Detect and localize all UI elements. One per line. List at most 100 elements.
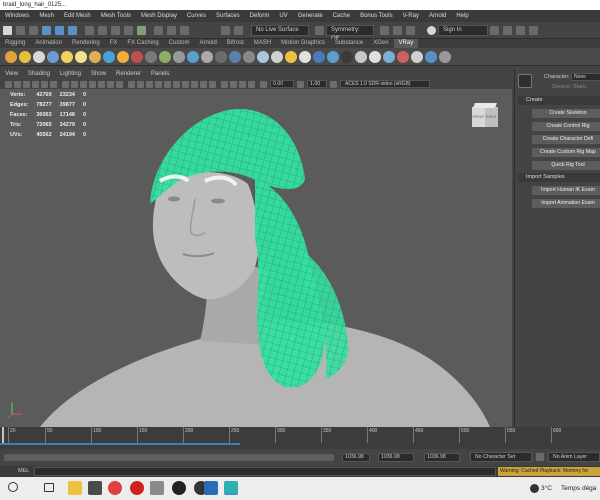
- range-end-field[interactable]: 1036.98: [342, 453, 370, 462]
- vray-gear-icon[interactable]: [411, 50, 423, 63]
- safe-title-icon[interactable]: [116, 80, 123, 88]
- vray-sphere-fade-icon[interactable]: [299, 50, 311, 63]
- menu-curves[interactable]: Curves: [182, 10, 211, 22]
- playback-end-field[interactable]: 1036.98: [378, 453, 414, 462]
- safe-action-icon[interactable]: [107, 80, 114, 88]
- shelf-tab-custom[interactable]: Custom: [164, 39, 195, 48]
- menu-deform[interactable]: Deform: [245, 10, 275, 22]
- character-set-dropdown[interactable]: No Character Set: [470, 452, 532, 462]
- store-icon[interactable]: [88, 481, 102, 495]
- shelf-tab-mash[interactable]: MASH: [249, 39, 276, 48]
- vray-scene-icon[interactable]: [243, 50, 255, 63]
- source-value[interactable]: Stanc: [573, 84, 587, 90]
- shelf-tab-substance[interactable]: Substance: [330, 39, 368, 48]
- menu-arnold[interactable]: Arnold: [424, 10, 451, 22]
- shelf-tab-fx[interactable]: FX: [105, 39, 123, 48]
- mel-input[interactable]: [34, 467, 496, 476]
- lasso-tool-icon[interactable]: [16, 25, 25, 35]
- sign-in-dropdown[interactable]: Sign In: [438, 24, 488, 36]
- panel-menu-show[interactable]: Show: [86, 69, 111, 79]
- vray-volume-icon[interactable]: [257, 50, 269, 63]
- xray-joints-icon[interactable]: [239, 80, 246, 88]
- settings-icon[interactable]: [490, 25, 499, 35]
- vray-vfb-icon[interactable]: [33, 50, 45, 63]
- scale-tool-icon[interactable]: [68, 25, 77, 35]
- gamma-icon[interactable]: [297, 80, 304, 88]
- live-surface-dropdown[interactable]: No Live Surface: [251, 24, 309, 36]
- snap-curve-icon[interactable]: [98, 25, 107, 35]
- create-character-definition-button[interactable]: Create Character Defi: [532, 135, 600, 144]
- vray-material-icon[interactable]: [187, 50, 199, 63]
- media-icon[interactable]: [150, 481, 164, 495]
- paint-select-icon[interactable]: [29, 25, 38, 35]
- shelf-tab-rendering[interactable]: Rendering: [67, 39, 105, 48]
- menu-edit-mesh[interactable]: Edit Mesh: [59, 10, 96, 22]
- opera-icon[interactable]: [130, 481, 144, 495]
- vray-decal-icon[interactable]: [229, 50, 241, 63]
- weather-icon[interactable]: [530, 484, 539, 493]
- xray-icon[interactable]: [230, 80, 237, 88]
- vray-chaos-icon[interactable]: [397, 50, 409, 63]
- vray-sun-icon[interactable]: [117, 50, 129, 63]
- vray-fur-icon[interactable]: [159, 50, 171, 63]
- wireframe-icon[interactable]: [128, 80, 135, 88]
- vray-sky-icon[interactable]: [285, 50, 297, 63]
- vray-extra-icon[interactable]: [439, 50, 451, 63]
- render-settings-icon[interactable]: [180, 25, 189, 35]
- anti-aliasing-icon[interactable]: [200, 80, 207, 88]
- vray-env-fog-icon[interactable]: [271, 50, 283, 63]
- attribute-editor-icon[interactable]: [516, 25, 525, 35]
- camera-attributes-icon[interactable]: [14, 80, 21, 88]
- snap-grid-icon[interactable]: [85, 25, 94, 35]
- create-section-header[interactable]: Create: [518, 96, 600, 105]
- file-explorer-icon[interactable]: [68, 481, 82, 495]
- bookmark-icon[interactable]: [23, 80, 30, 88]
- grease-pencil-icon[interactable]: [50, 80, 57, 88]
- color-space-dropdown[interactable]: ACES 1.0 SDR-video (sRGB): [340, 80, 430, 88]
- menu-uv[interactable]: UV: [274, 10, 292, 22]
- account-icon[interactable]: [427, 25, 436, 35]
- search-icon[interactable]: [8, 482, 18, 492]
- exposure-field[interactable]: 0.00: [270, 80, 294, 88]
- menu-mesh[interactable]: Mesh: [34, 10, 59, 22]
- menu-windows[interactable]: Windows: [0, 10, 34, 22]
- select-tool-icon[interactable]: [3, 25, 12, 35]
- shadows-icon[interactable]: [173, 80, 180, 88]
- viewcube-top[interactable]: [473, 103, 497, 108]
- construction-history-icon[interactable]: [137, 25, 146, 35]
- menu-generate[interactable]: Generate: [293, 10, 328, 22]
- ipr-render-icon[interactable]: [167, 25, 176, 35]
- shelf-tab-arnold[interactable]: Arnold: [194, 39, 221, 48]
- use-all-lights-icon[interactable]: [164, 80, 171, 88]
- viewcube[interactable]: FRONT RIGHT: [472, 103, 498, 127]
- wireframe-on-shaded-icon[interactable]: [146, 80, 153, 88]
- vray-clipper-icon[interactable]: [355, 50, 367, 63]
- shelf-tab-bifrost[interactable]: Bifrost: [222, 39, 249, 48]
- gamma-field[interactable]: 1.00: [307, 80, 327, 88]
- create-control-rig-button[interactable]: Create Control Rig: [532, 122, 600, 131]
- anim-layer-dropdown[interactable]: No Anim Layer: [548, 452, 600, 462]
- shelf-tab-motion-graphics[interactable]: Motion Graphics: [276, 39, 330, 48]
- snap-view-icon[interactable]: [124, 25, 133, 35]
- vray-ies-light-icon[interactable]: [103, 50, 115, 63]
- panel-menu-panels[interactable]: Panels: [146, 69, 174, 79]
- panel-menu-view[interactable]: View: [0, 69, 23, 79]
- toggle-panels-icon[interactable]: [503, 25, 512, 35]
- sculpt-icon[interactable]: [380, 25, 389, 35]
- shelf-tab-animation[interactable]: Animation: [30, 39, 67, 48]
- magnet-icon[interactable]: [234, 25, 243, 35]
- lock-icon[interactable]: [221, 25, 230, 35]
- modeling-toolkit-icon[interactable]: [406, 25, 415, 35]
- vray-blend-icon[interactable]: [201, 50, 213, 63]
- camera-select-icon[interactable]: [5, 80, 12, 88]
- shelf-tab-vray[interactable]: VRay: [393, 39, 419, 48]
- viewcube-right[interactable]: RIGHT: [485, 107, 498, 127]
- time-slider[interactable]: 20 50 100 150 200 250 300 350 400 450 50…: [0, 427, 600, 449]
- vray-proxy-icon[interactable]: [145, 50, 157, 63]
- film-gate-icon[interactable]: [71, 80, 78, 88]
- viewcube-front[interactable]: FRONT: [472, 107, 485, 127]
- smooth-shade-icon[interactable]: [137, 80, 144, 88]
- move-tool-icon[interactable]: [42, 25, 51, 35]
- vray-ipr-icon[interactable]: [19, 50, 31, 63]
- perspective-viewport[interactable]: Verts: 42769 23234 0 Edges: 78277 39877 …: [0, 89, 512, 427]
